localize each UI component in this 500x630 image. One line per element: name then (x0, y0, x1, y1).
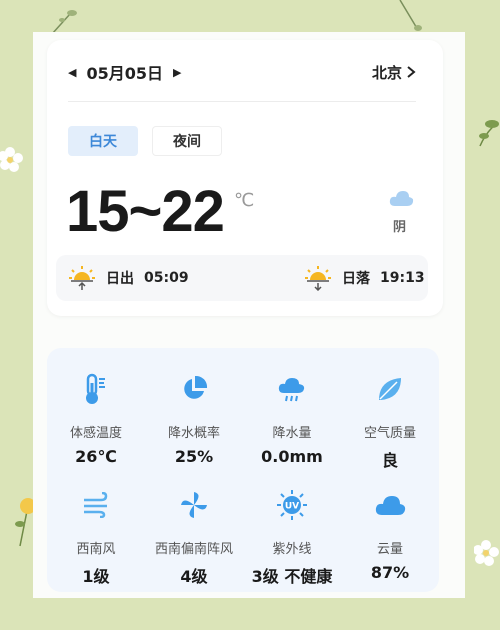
detail-uv: UV 紫外线 3级 不健康 (243, 488, 341, 587)
detail-wind-direction: 西南风 1级 (47, 488, 145, 587)
detail-value: 87% (370, 563, 410, 582)
sunrise-label: 日出 (106, 271, 134, 287)
sunset-time: 19:13 (380, 270, 425, 286)
detail-label: 云量 (376, 542, 403, 557)
detail-value: 26℃ (75, 447, 117, 466)
detail-label: 空气质量 (363, 426, 416, 441)
detail-label: 降水量 (272, 426, 312, 441)
detail-cloud-cover: 云量 87% (341, 488, 439, 582)
sunrise-item: 日出 05:09 (68, 265, 189, 291)
day-night-tabs: 白天 夜间 (68, 126, 222, 156)
detail-value: 3级 不健康 (251, 567, 333, 586)
svg-text:UV: UV (285, 502, 299, 512)
sunset-label: 日落 (342, 271, 370, 287)
city-name: 北京 (371, 63, 402, 82)
flower-decoration-icon (0, 147, 23, 172)
prev-day-icon[interactable]: ◀ (68, 66, 76, 79)
detail-gust: 西南偏南阵风 4级 (145, 488, 243, 587)
next-day-icon[interactable]: ▶ (173, 66, 181, 79)
temperature-range: 15~22 (66, 179, 225, 244)
current-date: 05月05日 (86, 64, 164, 83)
chevron-right-icon (407, 66, 416, 78)
detail-air-quality: 空气质量 良 (341, 372, 439, 471)
pinwheel-icon (181, 492, 207, 518)
city-selector[interactable]: 北京 (372, 62, 416, 83)
cloud-icon (389, 191, 414, 206)
detail-value: 1级 (82, 567, 110, 586)
sunset-item: 日落 19:13 (304, 265, 425, 291)
sunset-icon (305, 266, 331, 291)
detail-value: 良 (381, 451, 398, 470)
detail-label: 西南偏南阵风 (154, 542, 233, 557)
thermometer-icon (86, 373, 105, 404)
tab-night[interactable]: 夜间 (152, 126, 222, 156)
detail-label: 紫外线 (272, 542, 312, 557)
twig-decoration-icon (399, 0, 422, 31)
temperature-unit: ℃ (234, 190, 255, 211)
pie-chart-icon (184, 375, 208, 399)
detail-value: 25% (174, 447, 214, 466)
detail-value: 4级 (180, 567, 208, 586)
detail-label: 降水概率 (167, 426, 220, 441)
divider (68, 101, 416, 102)
cloud-icon (375, 496, 406, 515)
sun-times-bar: 日出 05:09 日落 19:13 (56, 255, 428, 301)
rain-cloud-icon (278, 378, 305, 402)
detail-precip-probability: 降水概率 25% (145, 372, 243, 466)
uv-icon: UV (277, 490, 307, 520)
detail-feels-like: 体感温度 26℃ (47, 372, 145, 466)
detail-label: 体感温度 (69, 426, 122, 441)
detail-precipitation: 降水量 0.0mm (243, 372, 341, 466)
flower-decoration-icon (474, 540, 499, 566)
leaf-icon (379, 378, 401, 400)
weather-condition: 阴 (393, 220, 407, 235)
date-bar: ◀ 05月05日 ▶ 北京 (68, 58, 416, 86)
tab-day[interactable]: 白天 (68, 126, 138, 156)
leaf-decoration-icon (479, 120, 499, 147)
date-navigator: ◀ 05月05日 ▶ (68, 60, 181, 84)
wind-icon (84, 492, 108, 518)
sunrise-icon (69, 266, 95, 290)
sunrise-time: 05:09 (144, 270, 189, 286)
detail-label: 西南风 (76, 542, 116, 557)
detail-value: 0.0mm (261, 447, 323, 466)
